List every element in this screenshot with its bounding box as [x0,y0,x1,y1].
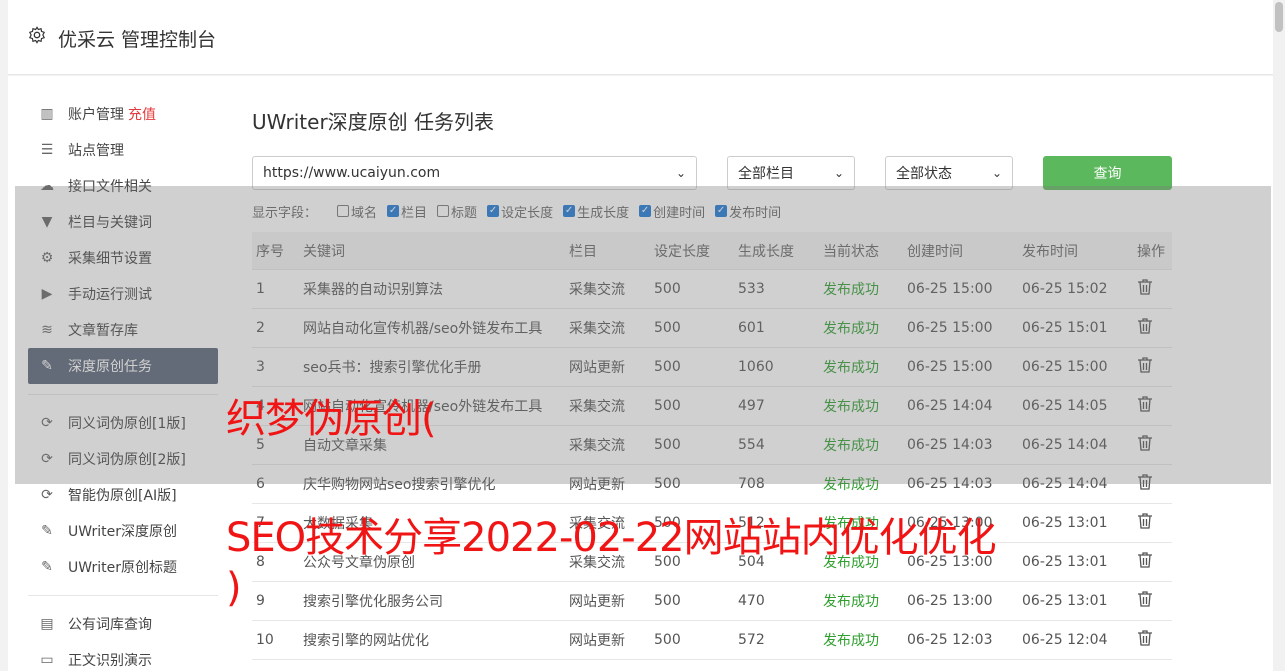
trash-icon[interactable] [1137,629,1172,651]
chevron-down-icon: ⌄ [833,166,844,180]
sidebar-item-label: 账户管理 [68,107,124,123]
table-cell: 10 [256,632,274,648]
table-cell: 网站更新 [569,594,625,610]
column-select[interactable]: 全部栏目 ⌄ [727,156,855,190]
sidebar-item-label: UWriter深度原创 [68,524,177,540]
table-row: 9 搜索引擎优化服务公司 网站更新 500 470 发布成功 06-25 13:00 06-2… [252,582,1172,621]
table-cell: 06-25 12:03 [907,632,993,648]
site-select-value: https://www.ucaiyun.com [263,165,441,181]
trash-icon[interactable] [1137,512,1172,534]
chevron-down-icon: ⌄ [675,166,686,180]
sidebar-item-label: UWriter原创标题 [68,560,177,576]
table-cell: 470 [738,593,765,609]
sidebar-item-label: 智能伪原创[AI版] [68,488,177,504]
table-cell: 06-25 13:01 [1022,593,1108,609]
top-header: 优采云 管理控制台 [8,0,1273,75]
vertical-scrollbar[interactable] [1273,0,1285,671]
table-cell: 发布成功 [823,633,879,649]
table-cell: 572 [738,632,765,648]
app-title: 优采云 管理控制台 [58,29,217,51]
content: UWriter深度原创 任务列表 https://www.ucaiyun.com… [252,106,1172,660]
sidebar-item[interactable]: ▭ 正文识别演示 [28,642,218,671]
recharge-link[interactable]: 充值 [128,104,156,124]
table-cell: 网站更新 [569,633,625,649]
chevron-down-icon: ⌄ [991,166,1002,180]
page-title: UWriter深度原创 任务列表 [252,110,495,134]
sidebar-item[interactable]: ☰ 站点管理 [28,132,218,168]
table-cell: 发布成功 [823,594,879,610]
table-cell: 06-25 13:00 [907,593,993,609]
book-icon: ▤ [40,616,54,632]
monitor-icon: ▭ [40,652,54,668]
table-cell: 500 [654,593,681,609]
sidebar-item[interactable]: ▤ 公有词库查询 [28,606,218,642]
table-cell: 9 [256,593,265,609]
server-icon: ☰ [40,142,54,158]
gear-icon [28,26,46,44]
refresh-icon: ⟳ [41,487,53,503]
sidebar-item[interactable]: ✎ UWriter原创标题 [28,549,218,585]
bar-chart-icon: ▥ [40,106,54,122]
sidebar-item[interactable]: ▥ 账户管理 充值 [28,96,218,132]
table-cell: 500 [654,632,681,648]
status-select-value: 全部状态 [896,166,952,182]
sidebar-item-label: 正文识别演示 [68,653,152,669]
sidebar-divider [28,595,218,596]
status-select[interactable]: 全部状态 ⌄ [885,156,1013,190]
edit-icon: ✎ [41,559,53,575]
trash-icon[interactable] [1137,551,1172,573]
table-cell: 06-25 12:04 [1022,632,1108,648]
table-cell: 06-25 13:01 [1022,554,1108,570]
watermark-line-1: 织梦伪原创( [226,396,437,442]
gray-overlay [15,186,1271,484]
table-row: 10 搜索引擎的网站优化 网站更新 500 572 发布成功 06-25 12:03 06-2… [252,621,1172,660]
watermark-line-3: ) [226,565,242,611]
scrollbar-thumb[interactable] [1275,2,1283,32]
sidebar-item[interactable]: ✎ UWriter深度原创 [28,513,218,549]
watermark-line-2: SEO技术分享2022-02-22网站站内优化优化 [226,515,997,561]
sidebar-item-label: 站点管理 [68,143,124,159]
filter-bar: https://www.ucaiyun.com ⌄ 全部栏目 ⌄ 全部状态 ⌄ … [252,156,1172,190]
trash-icon[interactable] [1137,590,1172,612]
table-cell: 06-25 13:01 [1022,515,1108,531]
table-cell: 搜索引擎优化服务公司 [303,594,443,610]
edit-icon: ✎ [41,523,53,539]
column-select-value: 全部栏目 [738,166,794,182]
table-cell: 搜索引擎的网站优化 [303,633,429,649]
query-button[interactable]: 查询 [1043,156,1172,190]
sidebar-item-label: 公有词库查询 [68,617,152,633]
site-select[interactable]: https://www.ucaiyun.com ⌄ [252,156,697,190]
